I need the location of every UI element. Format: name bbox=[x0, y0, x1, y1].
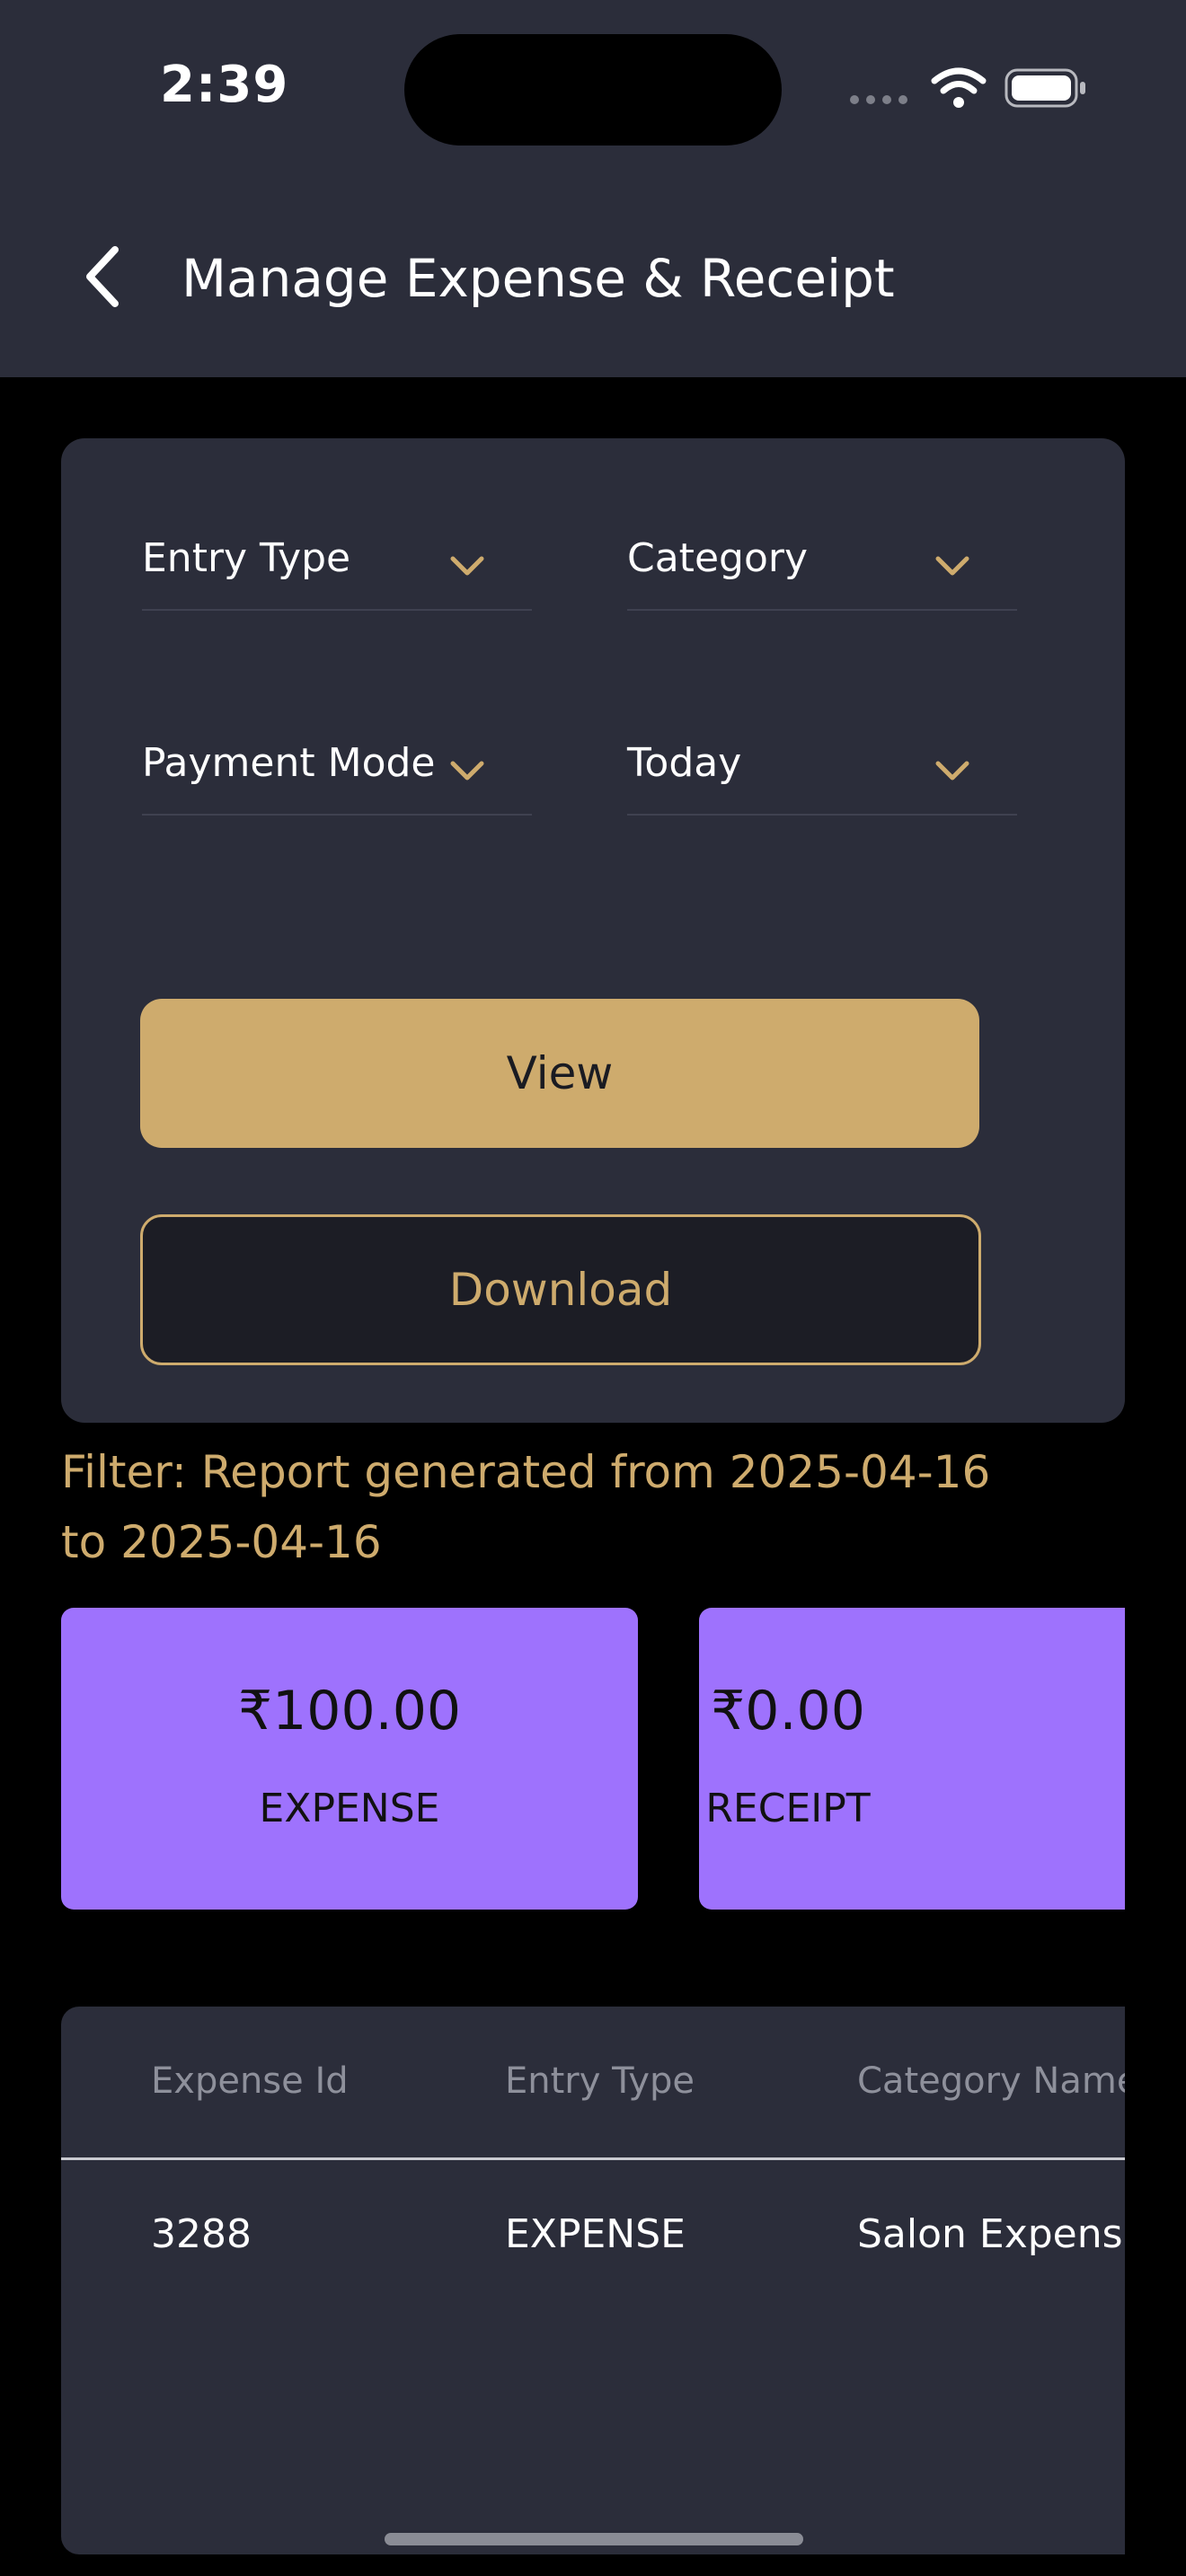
chevron-down-icon bbox=[450, 556, 484, 576]
chevron-down-icon bbox=[450, 761, 484, 781]
battery-icon bbox=[1005, 68, 1085, 108]
page-title: Manage Expense & Receipt bbox=[181, 248, 895, 309]
status-time: 2:39 bbox=[160, 56, 289, 114]
expense-label: EXPENSE bbox=[259, 1786, 440, 1831]
download-button[interactable]: Download bbox=[140, 1214, 981, 1365]
wifi-icon bbox=[931, 67, 987, 108]
receipt-amount: ₹0.00 bbox=[711, 1680, 865, 1742]
back-arrow-icon[interactable] bbox=[81, 244, 126, 309]
date-range-label: Today bbox=[627, 740, 742, 786]
receipt-summary-card: ₹0.00 RECEIPT bbox=[699, 1608, 1125, 1910]
home-indicator bbox=[385, 2533, 803, 2545]
entry-type-label: Entry Type bbox=[142, 535, 351, 581]
date-range-dropdown[interactable]: Today bbox=[627, 715, 1017, 816]
expense-amount: ₹100.00 bbox=[237, 1680, 462, 1742]
expense-table: Expense Id Entry Type Category Name 3288… bbox=[61, 2007, 1125, 2554]
chevron-down-icon bbox=[935, 556, 969, 576]
cell-entry-type: EXPENSE bbox=[505, 2211, 686, 2257]
column-header-expense-id: Expense Id bbox=[151, 2060, 349, 2102]
entry-type-dropdown[interactable]: Entry Type bbox=[142, 510, 532, 611]
cell-expense-id: 3288 bbox=[151, 2211, 252, 2257]
payment-mode-label: Payment Mode bbox=[142, 740, 436, 786]
expense-summary-card: ₹100.00 EXPENSE bbox=[61, 1608, 638, 1910]
chevron-down-icon bbox=[935, 761, 969, 781]
header-divider bbox=[61, 2157, 1125, 2160]
column-header-category-name: Category Name bbox=[857, 2060, 1125, 2102]
payment-mode-dropdown[interactable]: Payment Mode bbox=[142, 715, 532, 816]
receipt-label: RECEIPT bbox=[705, 1786, 871, 1831]
report-filter-line1: Filter: Report generated from 2025-04-16 bbox=[61, 1446, 991, 1498]
report-filter-line2: to 2025-04-16 bbox=[61, 1516, 382, 1568]
view-button[interactable]: View bbox=[140, 999, 979, 1148]
category-dropdown[interactable]: Category bbox=[627, 510, 1017, 611]
column-header-entry-type: Entry Type bbox=[505, 2060, 695, 2102]
cellular-signal-icon bbox=[850, 95, 907, 104]
dynamic-island bbox=[404, 34, 782, 146]
category-label: Category bbox=[627, 535, 808, 581]
cell-category-name: Salon Expens bbox=[857, 2211, 1123, 2257]
